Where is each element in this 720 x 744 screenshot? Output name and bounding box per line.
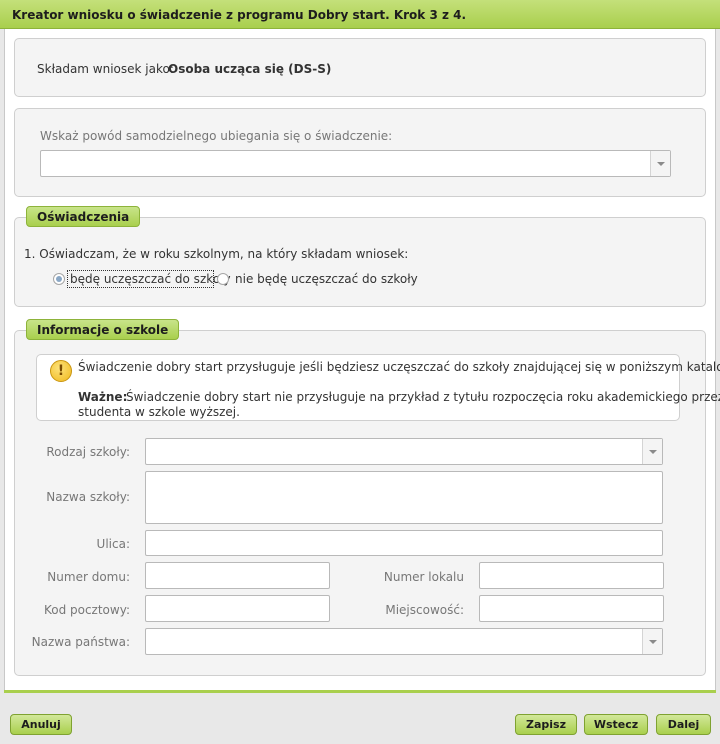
radio-will-not-attend[interactable] <box>217 273 229 285</box>
radio-will-attend[interactable] <box>53 273 65 285</box>
country-label: Nazwa państwa: <box>31 635 130 649</box>
back-button[interactable]: Wstecz <box>584 714 648 735</box>
reason-label: Wskaż powód samodzielnego ubiegania się … <box>40 129 393 143</box>
info-line-2: Świadczenie dobry start nie przysługuje … <box>126 390 720 404</box>
applicant-label: Składam wniosek jako: <box>37 62 174 76</box>
house-number-input[interactable] <box>145 562 330 589</box>
city-input[interactable] <box>479 595 664 622</box>
street-label: Ulica: <box>96 537 130 551</box>
info-important-label: Ważne: <box>78 390 128 404</box>
street-input[interactable] <box>145 530 663 556</box>
postal-code-input[interactable] <box>145 595 330 622</box>
radio-will-not-attend-label[interactable]: nie będę uczęszczać do szkoły <box>235 272 418 286</box>
info-line-3: studenta w szkole wyższej. <box>78 405 240 419</box>
window-title: Kreator wniosku o świadczenie z programu… <box>0 0 720 29</box>
chevron-down-icon[interactable] <box>650 151 670 176</box>
school-type-label: Rodzaj szkoły: <box>46 445 130 459</box>
warning-icon: ! <box>50 360 72 382</box>
radio-will-attend-label[interactable]: będę uczęszczać do szkoły <box>70 272 231 286</box>
flat-number-label: Numer lokalu <box>383 570 464 584</box>
cancel-button[interactable]: Anuluj <box>10 714 72 735</box>
city-label: Miejscowość: <box>385 603 464 617</box>
country-select[interactable] <box>145 628 663 655</box>
school-info-box: ! Świadczenie dobry start przysługuje je… <box>36 354 720 421</box>
school-type-select[interactable] <box>145 438 663 465</box>
chevron-down-icon[interactable] <box>642 629 662 654</box>
school-name-input[interactable] <box>145 471 663 524</box>
next-button[interactable]: Dalej <box>656 714 711 735</box>
school-legend: Informacje o szkole <box>26 319 180 340</box>
save-button[interactable]: Zapisz <box>515 714 577 735</box>
info-line-1: Świadczenie dobry start przysługuje jeśl… <box>78 360 720 374</box>
declarations-legend: Oświadczenia <box>26 206 141 227</box>
chevron-down-icon[interactable] <box>642 439 662 464</box>
house-number-label: Numer domu: <box>47 570 130 584</box>
postal-code-label: Kod pocztowy: <box>43 603 130 617</box>
declaration-statement: 1. Oświadczam, że w roku szkolnym, na kt… <box>24 247 409 261</box>
reason-select[interactable] <box>40 150 671 177</box>
school-name-label: Nazwa szkoły: <box>46 490 130 504</box>
declarations-panel <box>14 217 706 307</box>
flat-number-input[interactable] <box>479 562 664 589</box>
applicant-value: Osoba ucząca się (DS-S) <box>168 62 332 76</box>
content-bottom-divider <box>4 690 716 693</box>
